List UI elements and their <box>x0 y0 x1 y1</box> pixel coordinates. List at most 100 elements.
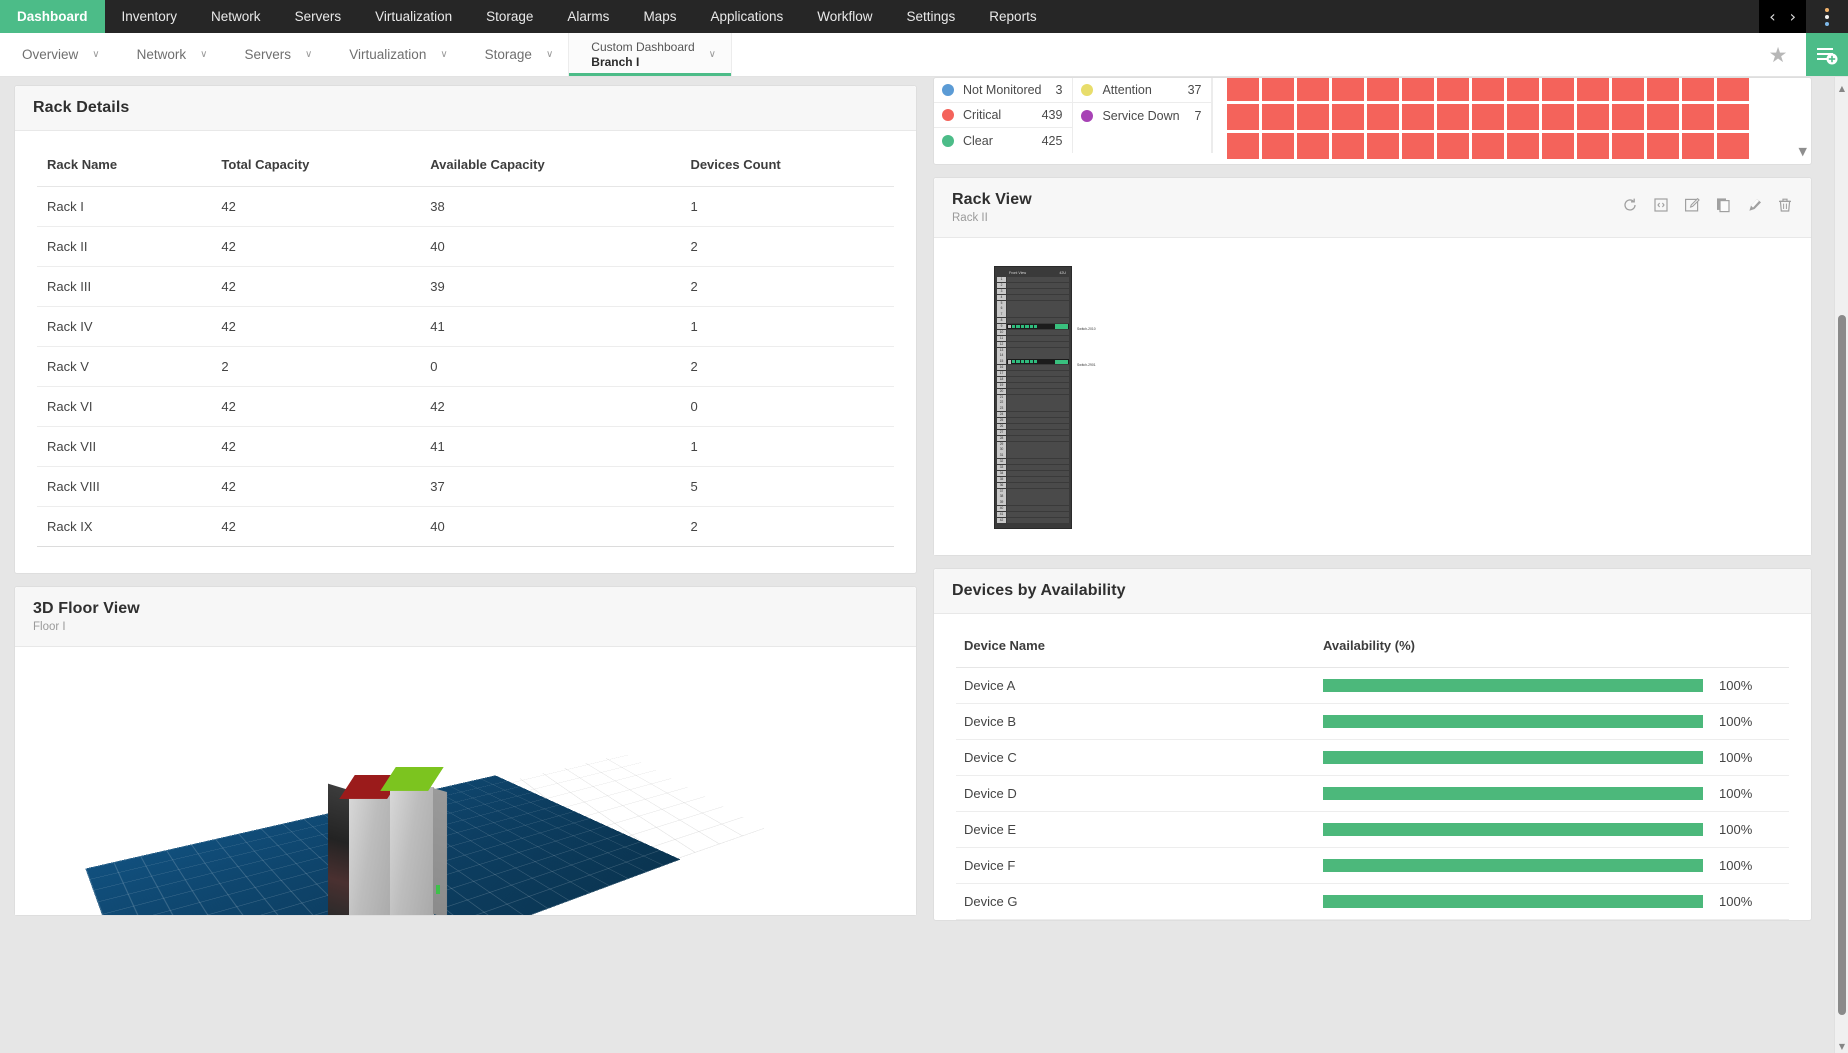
heatmap-cell[interactable] <box>1332 133 1364 159</box>
rack-name-link[interactable]: Rack VIII <box>37 467 211 507</box>
topnav-item-inventory[interactable]: Inventory <box>105 0 195 33</box>
heatmap-cell[interactable] <box>1472 133 1504 159</box>
heatmap-cell[interactable] <box>1227 104 1259 130</box>
rack-name-link[interactable]: Rack VI <box>37 387 211 427</box>
heatmap-cell[interactable] <box>1682 133 1714 159</box>
device-name-link[interactable]: Device A <box>956 667 1315 703</box>
delete-icon[interactable] <box>1777 197 1793 213</box>
subnav-item-storage[interactable]: Storage ∨ <box>463 33 569 76</box>
subnav-item-virtualization[interactable]: Virtualization ∨ <box>327 33 462 76</box>
rack-name-link[interactable]: Rack IX <box>37 507 211 547</box>
status-heatmap[interactable]: ▼ <box>1213 78 1811 164</box>
heatmap-cell[interactable] <box>1332 78 1364 101</box>
heatmap-cell[interactable] <box>1507 133 1539 159</box>
device-name-link[interactable]: Device C <box>956 739 1315 775</box>
rack-name-link[interactable]: Rack III <box>37 267 211 307</box>
heatmap-cell[interactable] <box>1402 133 1434 159</box>
heatmap-cell[interactable] <box>1682 78 1714 101</box>
heatmap-cell[interactable] <box>1647 78 1679 101</box>
heatmap-cell[interactable] <box>1507 104 1539 130</box>
favorite-star-icon[interactable]: ★ <box>1750 33 1806 76</box>
heatmap-cell[interactable] <box>1612 104 1644 130</box>
chevron-down-icon[interactable]: ∨ <box>92 49 99 60</box>
pin-icon[interactable] <box>1746 197 1762 213</box>
heatmap-cell[interactable] <box>1437 78 1469 101</box>
heatmap-cell[interactable] <box>1437 133 1469 159</box>
status-legend-item[interactable]: Attention 37 <box>1073 78 1211 103</box>
status-legend-item[interactable]: Not Monitored 3 <box>934 78 1072 103</box>
floor-rack-clear[interactable] <box>390 787 434 915</box>
rack-name-link[interactable]: Rack VII <box>37 427 211 467</box>
topnav-item-workflow[interactable]: Workflow <box>800 0 889 33</box>
device-name-link[interactable]: Device F <box>956 847 1315 883</box>
device-name-link[interactable]: Device B <box>956 703 1315 739</box>
heatmap-cell[interactable] <box>1577 78 1609 101</box>
topnav-item-storage[interactable]: Storage <box>469 0 550 33</box>
heatmap-cell[interactable] <box>1367 104 1399 130</box>
heatmap-cell[interactable] <box>1472 78 1504 101</box>
topnav-item-dashboard[interactable]: Dashboard <box>0 0 105 33</box>
add-widget-button[interactable] <box>1806 33 1848 76</box>
edit-icon[interactable] <box>1684 197 1700 213</box>
heatmap-cell[interactable] <box>1262 104 1294 130</box>
page-scrollbar-thumb[interactable] <box>1838 315 1846 1015</box>
topnav-item-virtualization[interactable]: Virtualization <box>358 0 469 33</box>
page-scrollbar[interactable]: ▲ ▼ <box>1834 77 1848 1053</box>
heatmap-cell[interactable] <box>1332 104 1364 130</box>
floor-view-canvas[interactable] <box>15 647 916 915</box>
rack-name-link[interactable]: Rack V <box>37 347 211 387</box>
nav-prev-icon[interactable]: ‹ <box>1769 9 1775 25</box>
status-legend-item[interactable]: Service Down 7 <box>1073 103 1211 128</box>
heatmap-cell[interactable] <box>1402 104 1434 130</box>
floor-rack-critical[interactable] <box>349 795 393 915</box>
heatmap-cell[interactable] <box>1507 78 1539 101</box>
heatmap-scroll-down-icon[interactable]: ▼ <box>1799 145 1807 158</box>
rack-diagram[interactable]: Front View 42U 1 2 3 4 5 6 7 8 9 10 11 12 13 14 15 16 17… <box>994 266 1072 529</box>
status-legend-item[interactable]: Clear 425 <box>934 128 1072 153</box>
topnav-item-applications[interactable]: Applications <box>693 0 800 33</box>
subnav-item-network[interactable]: Network ∨ <box>115 33 223 76</box>
device-name-link[interactable]: Device D <box>956 775 1315 811</box>
refresh-icon[interactable] <box>1622 197 1638 213</box>
embed-icon[interactable] <box>1653 197 1669 213</box>
device-name-link[interactable]: Device E <box>956 811 1315 847</box>
rack-unit-occupied[interactable]: 9 <box>997 324 1069 329</box>
heatmap-cell[interactable] <box>1297 78 1329 101</box>
rack-name-link[interactable]: Rack I <box>37 187 211 227</box>
heatmap-cell[interactable] <box>1367 78 1399 101</box>
topnav-item-network[interactable]: Network <box>194 0 278 33</box>
chevron-down-icon[interactable]: ∨ <box>200 49 207 60</box>
overflow-menu-icon[interactable] <box>1806 0 1848 33</box>
heatmap-cell[interactable] <box>1612 133 1644 159</box>
heatmap-cell[interactable] <box>1647 104 1679 130</box>
heatmap-cell[interactable] <box>1227 78 1259 101</box>
chevron-down-icon[interactable]: ∨ <box>546 49 553 60</box>
topnav-item-settings[interactable]: Settings <box>890 0 973 33</box>
heatmap-cell[interactable] <box>1612 78 1644 101</box>
rack-name-link[interactable]: Rack II <box>37 227 211 267</box>
heatmap-cell[interactable] <box>1472 104 1504 130</box>
rack-name-link[interactable]: Rack IV <box>37 307 211 347</box>
heatmap-cell[interactable] <box>1542 104 1574 130</box>
heatmap-cell[interactable] <box>1717 78 1749 101</box>
heatmap-cell[interactable] <box>1227 133 1259 159</box>
topnav-item-reports[interactable]: Reports <box>972 0 1053 33</box>
heatmap-cell[interactable] <box>1262 133 1294 159</box>
scroll-up-icon[interactable]: ▲ <box>1835 81 1848 95</box>
tab-custom-dashboard-branch-i[interactable]: Custom Dashboard Branch I ∨ <box>568 33 732 76</box>
heatmap-cell[interactable] <box>1717 104 1749 130</box>
heatmap-cell[interactable] <box>1402 78 1434 101</box>
chevron-down-icon[interactable]: ∨ <box>440 49 447 60</box>
heatmap-cell[interactable] <box>1297 133 1329 159</box>
copy-icon[interactable] <box>1715 197 1731 213</box>
heatmap-cell[interactable] <box>1717 133 1749 159</box>
heatmap-cell[interactable] <box>1647 133 1679 159</box>
topnav-item-servers[interactable]: Servers <box>278 0 359 33</box>
heatmap-cell[interactable] <box>1437 104 1469 130</box>
topnav-item-maps[interactable]: Maps <box>626 0 693 33</box>
heatmap-cell[interactable] <box>1262 78 1294 101</box>
heatmap-cell[interactable] <box>1542 133 1574 159</box>
rack-unit-occupied[interactable]: 15 <box>997 359 1069 364</box>
heatmap-cell[interactable] <box>1577 133 1609 159</box>
device-name-link[interactable]: Device G <box>956 883 1315 919</box>
